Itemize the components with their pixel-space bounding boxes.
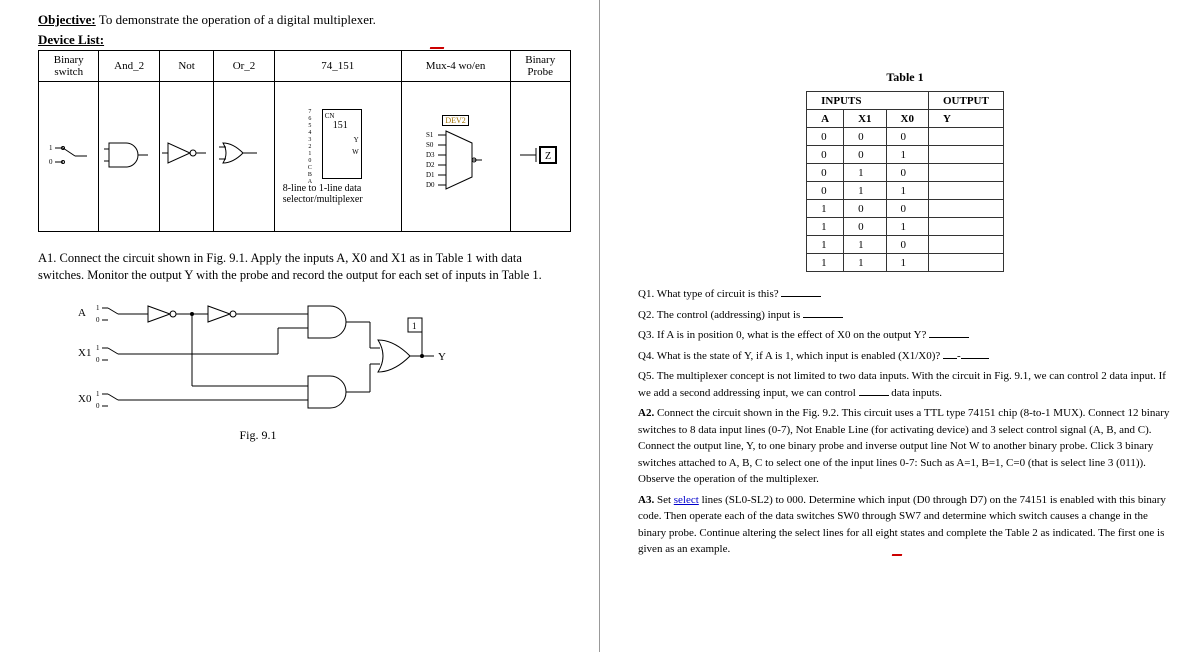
hdr-or2: Or_2 — [214, 51, 274, 82]
typo-mark-icon — [430, 47, 444, 49]
th-output: OUTPUT — [929, 92, 1004, 110]
svg-text:0: 0 — [96, 402, 100, 410]
q5: Q5. The multiplexer concept is not limit… — [638, 368, 1172, 401]
th-a: A — [807, 110, 844, 128]
q4: Q4. What is the state of Y, if A is 1, w… — [638, 348, 1172, 365]
svg-text:A: A — [78, 307, 86, 319]
table-row: 100 — [807, 200, 1004, 218]
th-y: Y — [929, 110, 1004, 128]
table-row: 110 — [807, 236, 1004, 254]
hdr-binary-switch: Binary switch — [39, 51, 99, 82]
fig-9-1: A 1 0 X1 1 0 X0 1 0 — [38, 298, 571, 443]
svg-text:0: 0 — [49, 158, 53, 166]
circuit-diagram-icon: A 1 0 X1 1 0 X0 1 0 — [78, 298, 478, 418]
a1-instruction: A1. Connect the circuit shown in Fig. 9.… — [38, 250, 571, 284]
hdr-mux4: Mux-4 wo/en — [401, 51, 510, 82]
hdr-binary-probe: Binary Probe — [510, 51, 571, 82]
device-table: Binary switch And_2 Not Or_2 74_151 Mux-… — [38, 50, 571, 232]
svg-text:Y: Y — [438, 351, 446, 363]
table-row: A X1 X0 Y — [807, 110, 1004, 128]
svg-text:1: 1 — [96, 390, 100, 398]
table1-caption: Table 1 — [638, 70, 1172, 85]
objective-label: Objective: — [38, 12, 96, 27]
page-right: Table 1 INPUTS OUTPUT A X1 X0 Y 000 001 … — [600, 0, 1200, 652]
svg-text:0: 0 — [96, 316, 100, 324]
table-row: INPUTS OUTPUT — [807, 92, 1004, 110]
device-table-body-row: 10 — [39, 82, 571, 232]
cell-binary-probe: Z — [510, 82, 571, 232]
svg-text:D0: D0 — [426, 181, 435, 189]
fig-caption: Fig. 9.1 — [78, 428, 438, 443]
table-row: 010 — [807, 164, 1004, 182]
svg-text:1: 1 — [96, 344, 100, 352]
svg-text:X0: X0 — [78, 393, 92, 405]
svg-text:S1: S1 — [426, 131, 434, 139]
table-row: 011 — [807, 182, 1004, 200]
or-gate-icon — [219, 135, 269, 175]
mux4-icon: DEV2 S1 S0 D3 D2 D1 D0 — [426, 116, 486, 197]
truth-table: INPUTS OUTPUT A X1 X0 Y 000 001 010 011 … — [806, 91, 1004, 272]
svg-text:1: 1 — [96, 304, 100, 312]
svg-text:1: 1 — [412, 321, 417, 331]
a3: A3. Set select lines (SL0-SL2) to 000. D… — [638, 492, 1172, 558]
typo-mark-icon — [892, 554, 902, 556]
svg-text:D1: D1 — [426, 171, 435, 179]
cell-binary-switch: 10 — [39, 82, 99, 232]
table-row: 101 — [807, 218, 1004, 236]
th-x1: X1 — [844, 110, 886, 128]
chip-caption: 8-line to 1-line data selector/multiplex… — [277, 183, 399, 205]
svg-text:S0: S0 — [426, 141, 434, 149]
cell-or2 — [214, 82, 274, 232]
table-row: 000 — [807, 128, 1004, 146]
svg-text:D2: D2 — [426, 161, 435, 169]
select-link[interactable]: select — [674, 494, 699, 506]
page-left: Objective: To demonstrate the operation … — [0, 0, 600, 652]
binary-switch-icon: 10 — [49, 140, 89, 173]
a2: A2. Connect the circuit shown in the Fig… — [638, 405, 1172, 488]
not-gate-icon — [162, 135, 212, 175]
objective-line: Objective: To demonstrate the operation … — [38, 12, 571, 28]
hdr-74151: 74_151 — [274, 51, 401, 82]
hdr-not: Not — [159, 51, 213, 82]
cell-mux4: DEV2 S1 S0 D3 D2 D1 D0 — [401, 82, 510, 232]
svg-text:X1: X1 — [78, 347, 91, 359]
svg-text:1: 1 — [49, 144, 53, 152]
cell-and2 — [99, 82, 159, 232]
device-table-header-row: Binary switch And_2 Not Or_2 74_151 Mux-… — [39, 51, 571, 82]
svg-text:0: 0 — [96, 356, 100, 364]
objective-text: To demonstrate the operation of a digita… — [96, 12, 376, 27]
chip-74151-icon: CN 151 Y W — [322, 109, 362, 179]
table-row: 111 — [807, 254, 1004, 272]
table-row: 001 — [807, 146, 1004, 164]
chip-pin-labels: 7 6 5 4 3 2 1 0 C B A — [308, 109, 312, 186]
cell-not — [159, 82, 213, 232]
q1: Q1. What type of circuit is this? — [638, 286, 1172, 303]
q2: Q2. The control (addressing) input is — [638, 307, 1172, 324]
device-list-label: Device List: — [38, 32, 571, 48]
binary-probe-icon: Z — [520, 140, 560, 170]
cell-74151: 7 6 5 4 3 2 1 0 C B A CN 151 Y W 8-line … — [274, 82, 401, 232]
and-gate-icon — [104, 135, 154, 175]
svg-text:Z: Z — [545, 151, 551, 162]
hdr-and2: And_2 — [99, 51, 159, 82]
svg-text:D3: D3 — [426, 151, 435, 159]
th-x0: X0 — [886, 110, 928, 128]
questions-block: Q1. What type of circuit is this? Q2. Th… — [638, 286, 1172, 558]
q3: Q3. If A is in position 0, what is the e… — [638, 327, 1172, 344]
th-inputs: INPUTS — [807, 92, 929, 110]
